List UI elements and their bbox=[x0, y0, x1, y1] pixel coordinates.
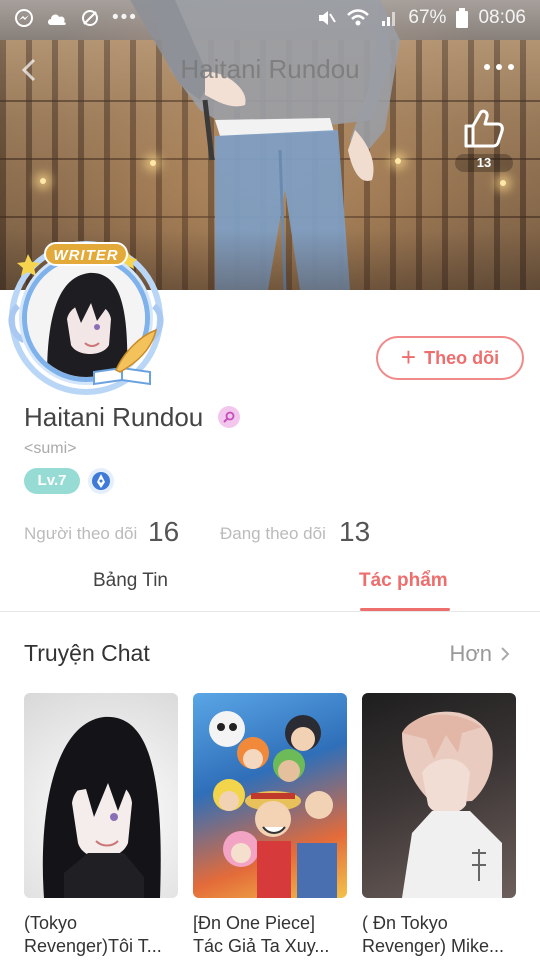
story-title-line2: Tác Giả Ta Xuy... bbox=[193, 936, 330, 956]
profile-name: Haitani Rundou bbox=[24, 402, 204, 432]
cloud-icon bbox=[48, 14, 66, 25]
followers-label[interactable]: Người theo dõi bbox=[24, 524, 137, 544]
like-button[interactable] bbox=[462, 108, 506, 153]
page-title: Haitani Rundou bbox=[180, 54, 360, 84]
pen-nib-icon bbox=[92, 472, 110, 490]
story-card[interactable]: ( Đn Tokyo Revenger) Mike... bbox=[362, 693, 516, 958]
followers-count[interactable]: 16 bbox=[148, 516, 179, 548]
profile-handle: <sumi> bbox=[24, 440, 77, 457]
clock: 08:06 bbox=[478, 7, 526, 28]
messenger-icon bbox=[15, 9, 33, 27]
tab-news-feed[interactable]: Bảng Tin bbox=[93, 570, 168, 592]
signal-icon bbox=[382, 12, 396, 26]
more-link[interactable]: Hơn bbox=[449, 641, 510, 667]
following-count[interactable]: 13 bbox=[339, 516, 370, 548]
story-card[interactable]: [Đn One Piece] Tác Giả Ta Xuy... bbox=[193, 693, 347, 958]
mute-icon bbox=[319, 11, 337, 25]
more-link-label: Hơn bbox=[449, 641, 492, 666]
story-title-line1: (Tokyo bbox=[24, 913, 78, 933]
search-magnifier-icon bbox=[223, 411, 235, 423]
active-tab-indicator bbox=[360, 608, 450, 611]
story-cover-image bbox=[24, 693, 178, 898]
battery-percent: 67% bbox=[408, 7, 447, 28]
story-title-line2: Revenger)Tôi T... bbox=[24, 936, 162, 956]
more-options-button[interactable] bbox=[484, 64, 514, 70]
story-title-line1: ( Đn Tokyo bbox=[362, 913, 448, 933]
following-label[interactable]: Đang theo dõi bbox=[220, 524, 326, 544]
title-bar: Haitani Rundou bbox=[0, 44, 540, 96]
wifi-icon bbox=[347, 9, 370, 26]
more-notifications-icon: ••• bbox=[112, 7, 138, 28]
battery-icon bbox=[456, 8, 469, 28]
plus-icon: + bbox=[400, 341, 417, 372]
name-badge[interactable] bbox=[218, 406, 240, 428]
story-title-line2: Revenger) Mike... bbox=[362, 936, 505, 956]
story-title-line1: [Đn One Piece] bbox=[193, 913, 316, 933]
tab-works[interactable]: Tác phẩm bbox=[359, 570, 448, 592]
status-bar: ••• 67% 08:06 bbox=[0, 0, 540, 36]
story-card[interactable]: (Tokyo Revenger)Tôi T... bbox=[24, 693, 178, 958]
level-badge[interactable]: Lv.7 bbox=[24, 468, 80, 494]
level-emblem[interactable] bbox=[88, 468, 114, 494]
quill-book-icon bbox=[93, 328, 158, 386]
follow-stats: Người theo dõi 16 Đang theo dõi 13 bbox=[24, 516, 524, 550]
writer-badge: WRITER bbox=[44, 242, 128, 266]
follow-button[interactable]: + Theo dõi bbox=[376, 336, 524, 380]
story-cover-image bbox=[362, 693, 516, 898]
like-count: 13 bbox=[455, 154, 513, 172]
story-cover-image bbox=[193, 693, 347, 898]
thumbs-up-icon bbox=[464, 109, 504, 148]
profile-tabs: Bảng Tin Tác phẩm bbox=[0, 562, 540, 612]
chevron-right-icon bbox=[501, 647, 510, 661]
no-sim-icon bbox=[82, 10, 98, 26]
profile-avatar[interactable]: WRITER bbox=[6, 236, 166, 396]
follow-button-label: Theo dõi bbox=[424, 347, 500, 368]
section-title: Truyện Chat bbox=[24, 640, 150, 666]
